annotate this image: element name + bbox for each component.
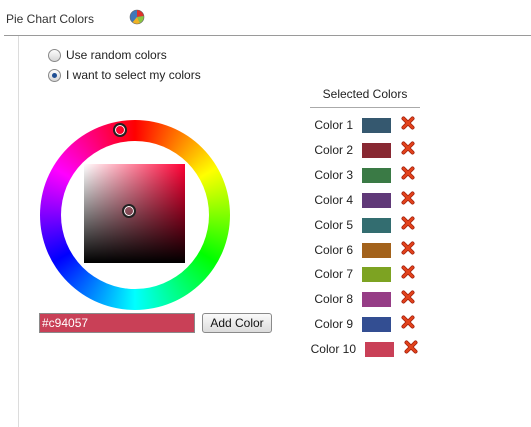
- hue-marker-handle[interactable]: [113, 123, 127, 137]
- color-swatch[interactable]: [362, 167, 391, 183]
- selected-color-row: Color 4: [300, 191, 430, 213]
- remove-x-icon[interactable]: [404, 340, 418, 354]
- selected-color-row: Color 2: [300, 141, 430, 163]
- color-label: Color 10: [310, 342, 356, 357]
- color-swatch[interactable]: [362, 118, 391, 133]
- remove-x-icon[interactable]: [401, 141, 415, 155]
- color-label: Color 2: [314, 142, 353, 157]
- color-swatch[interactable]: [362, 267, 391, 283]
- color-swatch[interactable]: [362, 142, 391, 158]
- remove-x-icon[interactable]: [401, 265, 415, 279]
- random-colors-option[interactable]: Use random colors: [48, 47, 167, 63]
- selected-colors-header: Selected Colors: [322, 87, 408, 101]
- remove-x-icon[interactable]: [401, 116, 415, 130]
- color-swatch[interactable]: [362, 217, 391, 233]
- random-colors-radio[interactable]: [48, 48, 61, 62]
- color-label: Color 8: [314, 292, 353, 307]
- color-label: Color 5: [314, 217, 353, 232]
- color-swatch[interactable]: [362, 317, 391, 333]
- color-label: Color 4: [314, 192, 353, 207]
- color-swatch[interactable]: [365, 342, 394, 358]
- add-color-button[interactable]: Add Color: [202, 313, 272, 333]
- selected-color-row: Color 10: [300, 340, 430, 362]
- selected-colors-divider: [310, 107, 420, 108]
- remove-x-icon[interactable]: [401, 166, 415, 180]
- color-swatch[interactable]: [362, 292, 391, 308]
- select-colors-option[interactable]: I want to select my colors: [48, 67, 201, 83]
- color-swatch[interactable]: [362, 192, 391, 208]
- selected-color-row: Color 5: [300, 216, 430, 238]
- hex-color-input[interactable]: [39, 313, 195, 333]
- color-label: Color 1: [314, 118, 353, 132]
- color-label: Color 3: [314, 167, 353, 182]
- selected-color-row: Color 8: [300, 290, 430, 312]
- color-swatch[interactable]: [362, 242, 391, 258]
- selected-color-row: Color 3: [300, 166, 430, 188]
- color-marker-handle[interactable]: [122, 204, 136, 218]
- remove-x-icon[interactable]: [401, 191, 415, 205]
- panel-left-border: [18, 36, 19, 427]
- random-colors-label: Use random colors: [66, 48, 167, 62]
- color-label: Color 7: [314, 267, 353, 282]
- select-colors-radio[interactable]: [48, 68, 61, 82]
- remove-x-icon[interactable]: [401, 315, 415, 329]
- selected-color-row: Color 7: [300, 265, 430, 287]
- selected-color-row: Color 1: [300, 116, 430, 138]
- section-title: Pie Chart Colors: [6, 12, 95, 26]
- pie-chart-icon: [129, 9, 145, 25]
- remove-x-icon[interactable]: [401, 216, 415, 230]
- title-divider: [4, 35, 531, 36]
- selected-color-row: Color 9: [300, 315, 430, 337]
- remove-x-icon[interactable]: [401, 290, 415, 304]
- color-label: Color 6: [314, 242, 353, 257]
- remove-x-icon[interactable]: [401, 241, 415, 255]
- select-colors-label: I want to select my colors: [66, 68, 201, 82]
- selected-color-row: Color 6: [300, 241, 430, 263]
- color-label: Color 9: [314, 317, 353, 332]
